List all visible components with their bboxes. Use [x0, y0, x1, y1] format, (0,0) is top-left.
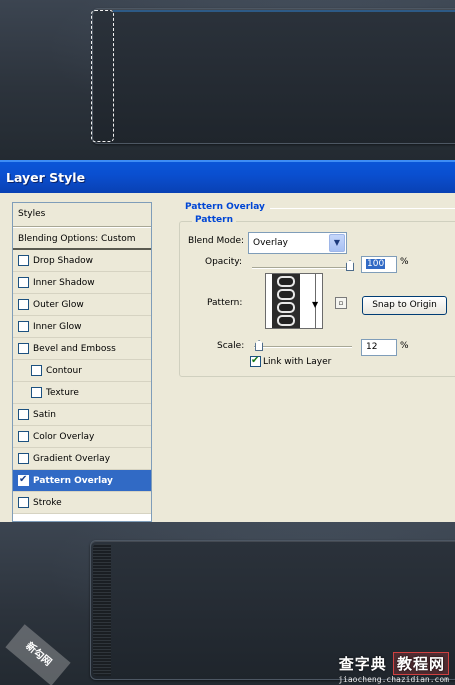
panel-highlight-line [113, 10, 455, 12]
opacity-unit: % [400, 257, 409, 267]
blend-mode-label: Blend Mode: [188, 236, 245, 246]
pattern-cell [277, 289, 295, 300]
scale-label: Scale: [217, 341, 245, 351]
pattern-texture-strip [93, 544, 111, 676]
pattern-cell [277, 302, 295, 313]
check-icon: ✔ [251, 355, 260, 366]
snap-to-origin-button[interactable]: Snap to Origin [362, 296, 447, 315]
blend-mode-value: Overlay [253, 238, 288, 248]
watermark-title: 查字典 教程网 [338, 652, 449, 675]
selection-marquee[interactable] [91, 10, 114, 142]
opacity-value: 100 [366, 259, 386, 269]
pattern-overlay-pane: Pattern Overlay Pattern Blend Mode: Over… [0, 160, 455, 522]
canvas-top [0, 0, 455, 160]
pattern-cell [277, 315, 295, 326]
chevron-down-icon[interactable]: ▼ [329, 234, 345, 252]
new-preset-icon[interactable]: ▫ [335, 297, 347, 309]
opacity-label: Opacity: [205, 257, 242, 267]
pattern-dropdown-arrow-icon[interactable]: ▼ [312, 300, 318, 309]
link-with-layer-checkbox[interactable]: ✔ [250, 355, 261, 367]
scale-unit: % [400, 341, 409, 351]
blend-mode-select[interactable]: Overlay ▼ [248, 232, 347, 254]
opacity-input[interactable]: 100 [361, 256, 397, 273]
watermark-site: 查字典 教程网 jiaocheng.chazidian.com [338, 652, 449, 684]
link-with-layer-label: Link with Layer [263, 357, 332, 367]
scale-slider-track[interactable] [254, 346, 352, 348]
watermark-url: jiaocheng.chazidian.com [338, 675, 449, 684]
pattern-cell [277, 276, 295, 287]
scale-value: 12 [366, 342, 378, 352]
watermark-site-box: 教程网 [392, 652, 449, 675]
pattern-thumbnail [272, 274, 300, 328]
pattern-label: Pattern: [207, 298, 243, 308]
opacity-slider-track[interactable] [252, 267, 354, 269]
dark-panel-shape [92, 8, 455, 144]
pattern-group-title: Pattern [192, 215, 236, 225]
section-divider [270, 208, 455, 209]
watermark-site-name: 查字典 [338, 655, 387, 673]
scale-input[interactable]: 12 [361, 339, 397, 356]
section-title: Pattern Overlay [185, 202, 265, 212]
